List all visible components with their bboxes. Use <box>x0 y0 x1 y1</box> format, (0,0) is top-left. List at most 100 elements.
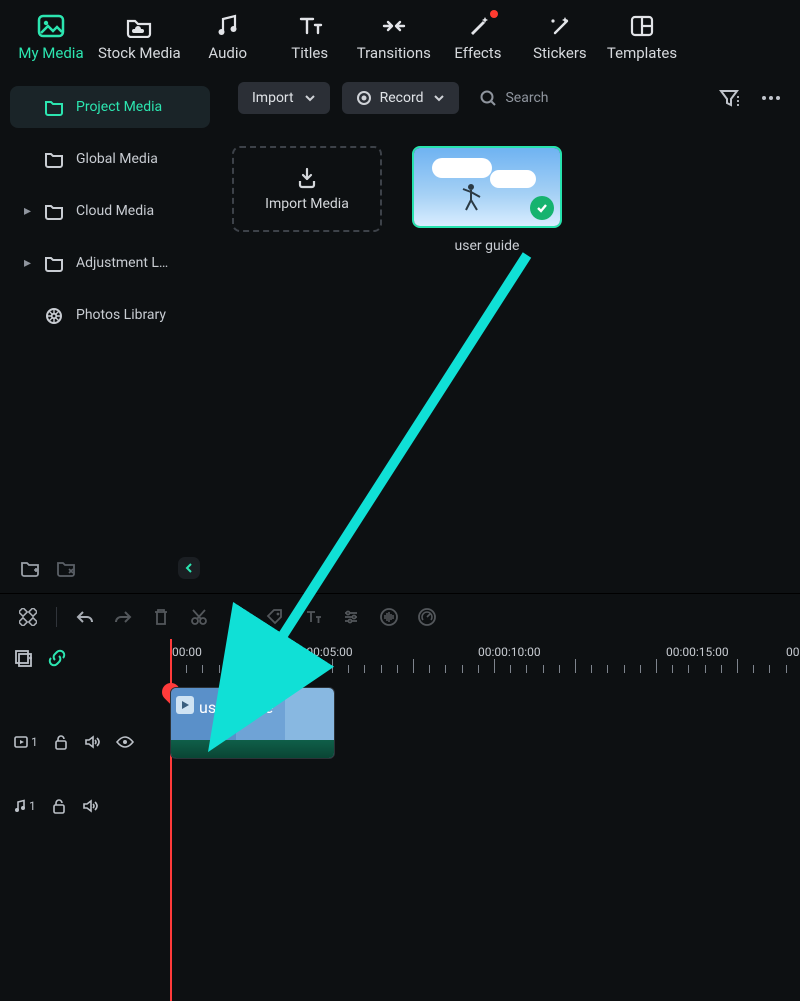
media-clip[interactable]: user guide <box>412 146 562 254</box>
grid-icon[interactable] <box>18 607 38 627</box>
ruler-tick <box>656 659 657 673</box>
nav-stickers[interactable]: Stickers <box>525 12 595 62</box>
ruler-tick <box>526 665 527 673</box>
nav-label: My Media <box>18 44 83 62</box>
add-track-icon[interactable] <box>14 649 32 667</box>
expander-icon[interactable]: ▸ <box>24 255 32 271</box>
nav-label: Audio <box>208 44 247 62</box>
sidebar-item-photos-library[interactable]: Photos Library <box>10 294 210 336</box>
search-icon <box>479 89 497 107</box>
nav-audio[interactable]: Audio <box>193 12 263 62</box>
link-icon[interactable] <box>48 649 66 667</box>
button-label: Import <box>252 90 294 106</box>
download-icon <box>295 166 319 190</box>
audio-detach-icon[interactable] <box>227 607 247 627</box>
timeline-clip[interactable]: user guide <box>170 687 335 759</box>
clip-audio-lane <box>171 740 334 758</box>
video-track-controls: 1 <box>0 727 170 757</box>
text-icon[interactable] <box>303 607 323 627</box>
ruler-tick <box>445 665 446 673</box>
titles-icon <box>296 12 324 40</box>
ruler-tick <box>607 665 608 673</box>
tag-icon[interactable] <box>265 607 285 627</box>
search-input[interactable]: Search <box>471 83 698 113</box>
redo-icon[interactable] <box>113 607 133 627</box>
mute-icon[interactable] <box>84 735 100 749</box>
new-folder-icon[interactable] <box>20 559 40 577</box>
ruler-tick <box>753 665 754 673</box>
video-track-icon[interactable]: 1 <box>14 735 38 749</box>
sidebar-item-project-media[interactable]: Project Media <box>10 86 210 128</box>
nav-templates[interactable]: Templates <box>607 12 677 62</box>
sidebar-item-label: Adjustment L… <box>76 255 168 271</box>
timeline-tracks[interactable]: 00:00 00:00:05:00 00:00:10:00 00:00:15:0… <box>170 639 800 1001</box>
speed-icon[interactable] <box>417 607 437 627</box>
collapse-sidebar-icon[interactable] <box>178 557 200 579</box>
topnav: My Media Stock Media Audio Titles Transi… <box>0 0 800 70</box>
timeline[interactable]: 1 1 00:00 00:00:05:00 00:00:10:00 00:00:… <box>0 639 800 1001</box>
clip-label: user guide <box>455 238 520 254</box>
ruler-tick <box>413 659 414 673</box>
ruler-tick <box>575 659 576 673</box>
cut-icon[interactable] <box>189 607 209 627</box>
clip-title: user guide <box>199 698 273 717</box>
sidebar-item-cloud-media[interactable]: ▸ Cloud Media <box>10 190 210 232</box>
audio-track-controls: 1 <box>0 791 170 821</box>
sidebar-item-global-media[interactable]: Global Media <box>10 138 210 180</box>
filter-icon[interactable] <box>718 88 740 108</box>
thumbnail-cloud <box>490 170 536 188</box>
ruler-tick <box>786 665 787 673</box>
nav-transitions[interactable]: Transitions <box>357 12 431 62</box>
nav-effects[interactable]: Effects <box>443 12 513 62</box>
ruler-tick <box>624 665 625 673</box>
video-track-number: 1 <box>31 735 38 749</box>
timeline-track-controls: 1 1 <box>0 639 170 1001</box>
lock-icon[interactable] <box>52 798 66 814</box>
thumbnail-figure <box>460 182 482 212</box>
lock-icon[interactable] <box>54 734 68 750</box>
waveform-icon[interactable] <box>379 607 399 627</box>
thumbnail-cloud <box>432 158 492 178</box>
ruler-tick <box>737 659 738 673</box>
ruler-tick <box>364 665 365 673</box>
record-button[interactable]: Record <box>342 82 460 114</box>
media-main: Import Record Search <box>220 70 800 593</box>
nav-titles[interactable]: Titles <box>275 12 345 62</box>
ruler-tick <box>235 665 236 673</box>
clip-thumbnail[interactable] <box>412 146 562 228</box>
timeline-ruler[interactable]: 00:00 00:00:05:00 00:00:10:00 00:00:15:0… <box>170 645 800 683</box>
ruler-label: 00:00:10:00 <box>478 645 541 659</box>
ruler-tick <box>429 665 430 673</box>
ruler-tick <box>348 665 349 673</box>
media-toolbar: Import Record Search <box>220 70 800 126</box>
stickers-icon <box>546 12 574 40</box>
ruler-tick <box>510 665 511 673</box>
ruler-tick <box>397 665 398 673</box>
templates-icon <box>628 12 656 40</box>
cloud-folder-icon <box>125 12 153 40</box>
trash-icon[interactable] <box>151 607 171 627</box>
media-wall: Import Media user guide <box>220 126 800 593</box>
nav-label: Effects <box>454 44 501 62</box>
mute-icon[interactable] <box>82 799 98 813</box>
visibility-icon[interactable] <box>116 736 134 748</box>
play-icon <box>176 696 194 714</box>
nav-label: Templates <box>607 44 677 62</box>
nav-my-media[interactable]: My Media <box>16 12 86 62</box>
audio-track-icon[interactable]: 1 <box>14 799 36 813</box>
ruler-tick <box>186 665 187 673</box>
more-icon[interactable] <box>760 95 782 101</box>
ruler-tick <box>316 665 317 673</box>
sidebar-item-adjustment-layers[interactable]: ▸ Adjustment L… <box>10 242 210 284</box>
delete-folder-icon[interactable] <box>56 559 76 577</box>
ruler-tick <box>381 665 382 673</box>
import-media-card[interactable]: Import Media <box>232 146 382 232</box>
expander-icon[interactable]: ▸ <box>24 203 32 219</box>
undo-icon[interactable] <box>75 607 95 627</box>
nav-label: Transitions <box>357 44 431 62</box>
ruler-tick <box>478 665 479 673</box>
import-button[interactable]: Import <box>238 82 330 114</box>
ruler-tick <box>640 665 641 673</box>
sliders-icon[interactable] <box>341 607 361 627</box>
nav-stock-media[interactable]: Stock Media <box>98 12 181 62</box>
